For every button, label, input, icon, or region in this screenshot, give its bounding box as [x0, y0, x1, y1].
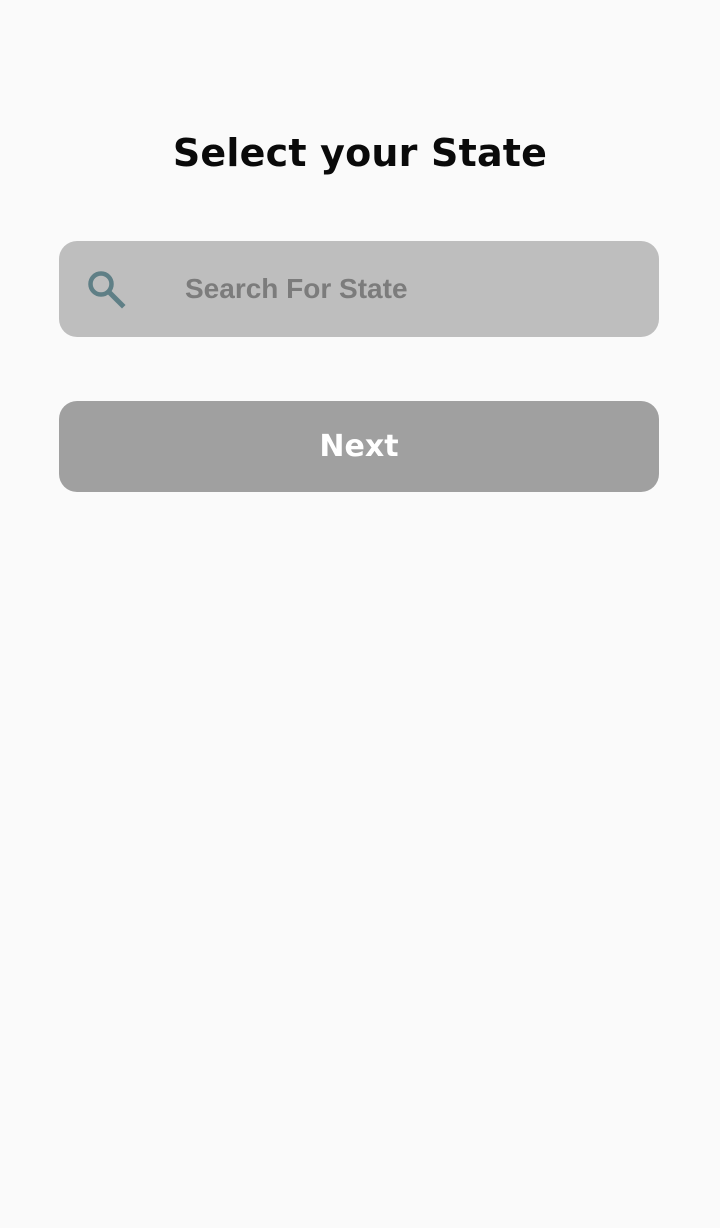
search-icon [88, 271, 126, 309]
next-button[interactable]: Next [59, 401, 659, 492]
state-search-input[interactable] [185, 241, 635, 337]
page-title: Select your State [172, 131, 548, 175]
state-search-box[interactable] [59, 241, 659, 337]
select-state-screen: Select your State Next [0, 0, 720, 1228]
